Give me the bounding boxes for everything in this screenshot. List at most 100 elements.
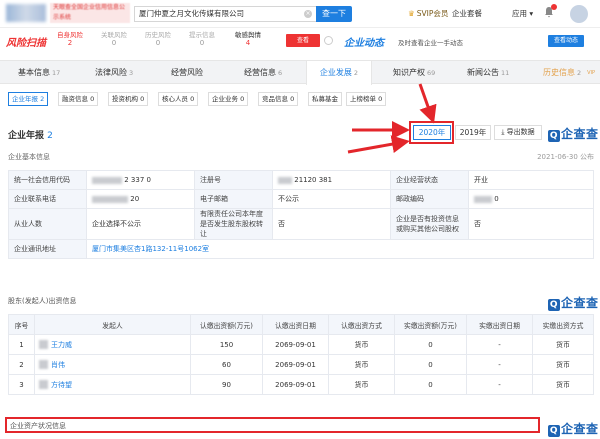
info-value: 开业 <box>468 170 594 190</box>
address-link[interactable]: 厦门市集美区杏1路132-11号1062室 <box>86 239 594 259</box>
avatar[interactable] <box>570 5 588 23</box>
risk-item-sentiment[interactable]: 敏感舆情 4 <box>230 31 266 47</box>
close-icon[interactable]: × <box>304 10 312 18</box>
top-bar: 天眼查全国企业信用信息公示系统 厦门仲夏之月文化传媒有限公司 × 查一下 ♛ SV… <box>0 0 600 28</box>
arrow-right-lower <box>347 135 410 154</box>
info-value: 企业选择不公示 <box>86 208 195 240</box>
risk-item-tips[interactable]: 提示信息 0 <box>184 31 220 47</box>
column-header: 认缴出资额(万元) <box>190 314 263 335</box>
tab-news[interactable]: 新闻公告 11 <box>467 61 509 84</box>
chevron-down-icon: ▾ <box>529 9 534 18</box>
info-value: 0 <box>468 189 594 209</box>
info-key: 有限责任公司本年度是否发生股东股权转让 <box>194 208 273 240</box>
info-key: 企业是否有投资信息或购买其他公司股权 <box>390 208 469 240</box>
qcc-logo: Q 企查查 <box>548 296 599 311</box>
crown-icon: ♛ <box>408 9 415 18</box>
search-button[interactable]: 查一下 <box>316 6 352 22</box>
shareholder-link[interactable]: 方待望 <box>51 381 72 389</box>
risk-item-self[interactable]: 自身风险 2 <box>52 31 88 47</box>
shareholder-link[interactable]: 王力威 <box>51 341 72 349</box>
cell: 货币 <box>328 334 395 355</box>
qcc-logo: Q 企查查 <box>548 422 599 437</box>
table-row: 统一社会信用代码 2 337 0 注册号 21120 381 企业经营状态 开业 <box>8 170 594 190</box>
cell: 60 <box>190 354 263 375</box>
view-dynamic-button[interactable]: 查看动态 <box>548 35 584 47</box>
cell: 90 <box>190 374 263 395</box>
cell: 货币 <box>328 354 395 375</box>
cell: 货币 <box>328 374 395 395</box>
tab-ip[interactable]: 知识产权 69 <box>393 61 435 84</box>
apps-label: 应用 <box>512 9 527 18</box>
qcc-icon: Q <box>548 130 560 142</box>
info-key: 从业人数 <box>8 208 87 240</box>
svip-label: SVIP会员 <box>416 9 449 18</box>
refresh-icon[interactable] <box>324 36 333 45</box>
year-2019-button[interactable]: 2019年 <box>455 125 491 140</box>
subtab-financing[interactable]: 融资信息 0 <box>58 92 99 106</box>
site-logo[interactable] <box>6 4 46 22</box>
vip-tag: VIP <box>587 70 595 76</box>
info-value: 否 <box>468 208 594 240</box>
column-header: 认缴出资方式 <box>328 314 395 335</box>
tab-legal-risk[interactable]: 法律风险 3 <box>95 61 133 84</box>
subtab-investors[interactable]: 投资机构 0 <box>108 92 149 106</box>
table-row: 企业通讯地址 厦门市集美区杏1路132-11号1062室 <box>8 239 594 259</box>
tab-operating-info[interactable]: 经营信息 6 <box>244 61 282 84</box>
cell: - <box>466 334 533 355</box>
cell: 150 <box>190 334 263 355</box>
table-row: 2 肖伟 60 2069-09-01 货币 0 - 货币 <box>8 354 594 375</box>
shareholder-link[interactable]: 肖伟 <box>51 361 65 369</box>
subtab-rankings[interactable]: 上榜榜单 0 <box>346 92 387 106</box>
risk-scan-title: 风险扫描 <box>6 38 46 49</box>
info-key: 邮政编码 <box>390 189 469 209</box>
cell: 2069-09-01 <box>262 374 329 395</box>
table-row: 企业联系电话 20 电子邮箱 不公示 邮政编码 0 <box>8 189 594 209</box>
column-header: 序号 <box>8 314 35 335</box>
table-row: 3 方待望 90 2069-09-01 货币 0 - 货币 <box>8 374 594 395</box>
subtab-core-staff[interactable]: 核心人员 0 <box>158 92 199 106</box>
svip-link[interactable]: ♛ SVIP会员 <box>408 8 448 19</box>
download-icon: ⤓ <box>501 128 505 136</box>
subtab-competitors[interactable]: 竞品信息 0 <box>258 92 299 106</box>
shareholders-table: 序号 发起人 认缴出资额(万元) 认缴出资日期 认缴出资方式 实缴出资额(万元)… <box>8 314 594 395</box>
cell: 0 <box>394 334 467 355</box>
tab-operating-risk[interactable]: 经营风险 <box>171 61 205 84</box>
risk-item-history[interactable]: 历史风险 0 <box>140 31 176 47</box>
subtab-business[interactable]: 企业业务 0 <box>208 92 249 106</box>
basic-info-table: 统一社会信用代码 2 337 0 注册号 21120 381 企业经营状态 开业… <box>8 170 594 259</box>
column-header: 实缴出资日期 <box>466 314 533 335</box>
column-header: 认缴出资日期 <box>262 314 329 335</box>
info-key: 注册号 <box>194 170 273 190</box>
info-value: 否 <box>272 208 391 240</box>
info-key: 统一社会信用代码 <box>8 170 87 190</box>
tab-basic-info[interactable]: 基本信息 17 <box>18 61 60 84</box>
qcc-icon: Q <box>548 425 560 437</box>
export-button[interactable]: ⤓ 导出数据 <box>494 125 542 140</box>
risk-view-button[interactable]: 查看 <box>286 34 320 47</box>
info-value: 21120 381 <box>272 170 391 190</box>
info-key: 电子邮箱 <box>194 189 273 209</box>
column-header: 实缴出资方式 <box>532 314 594 335</box>
row-number: 3 <box>8 374 35 395</box>
table-header-row: 序号 发起人 认缴出资额(万元) 认缴出资日期 认缴出资方式 实缴出资额(万元)… <box>8 314 594 335</box>
risk-item-related[interactable]: 关联风险 0 <box>96 31 132 47</box>
column-header: 实缴出资额(万元) <box>394 314 467 335</box>
cell: 货币 <box>532 374 594 395</box>
cell: 货币 <box>532 354 594 375</box>
search-input[interactable]: 厦门仲夏之月文化传媒有限公司 × <box>134 6 316 22</box>
tab-development[interactable]: 企业发展 2 <box>306 61 372 85</box>
notification-dot <box>551 4 557 10</box>
qcc-logo: Q 企查查 <box>548 127 599 142</box>
tab-history[interactable]: 历史信息 2 VIP <box>543 61 599 84</box>
cell: - <box>466 374 533 395</box>
avatar <box>39 340 48 349</box>
enterprise-kit-link[interactable]: 企业套餐 <box>452 8 482 19</box>
dynamic-title: 企业动态 <box>344 38 384 49</box>
info-key: 企业通讯地址 <box>8 239 87 259</box>
main-tabs: 基本信息 17 法律风险 3 经营风险 经营信息 6 企业发展 2 知识产权 69 新闻公… <box>0 60 600 85</box>
table-row: 从业人数 企业选择不公示 有限责任公司本年度是否发生股东股权转让 否 企业是否有… <box>8 208 594 240</box>
subtab-private-fund[interactable]: 私募基金 <box>308 92 342 106</box>
apps-menu[interactable]: 应用 ▾ <box>512 8 533 19</box>
subtab-annual-report[interactable]: 企业年报 2 <box>8 92 49 106</box>
risk-scan-bar: 风险扫描 自身风险 2 关联风险 0 历史风险 0 提示信息 0 敏感舆情 4 查看 企业… <box>0 28 600 52</box>
